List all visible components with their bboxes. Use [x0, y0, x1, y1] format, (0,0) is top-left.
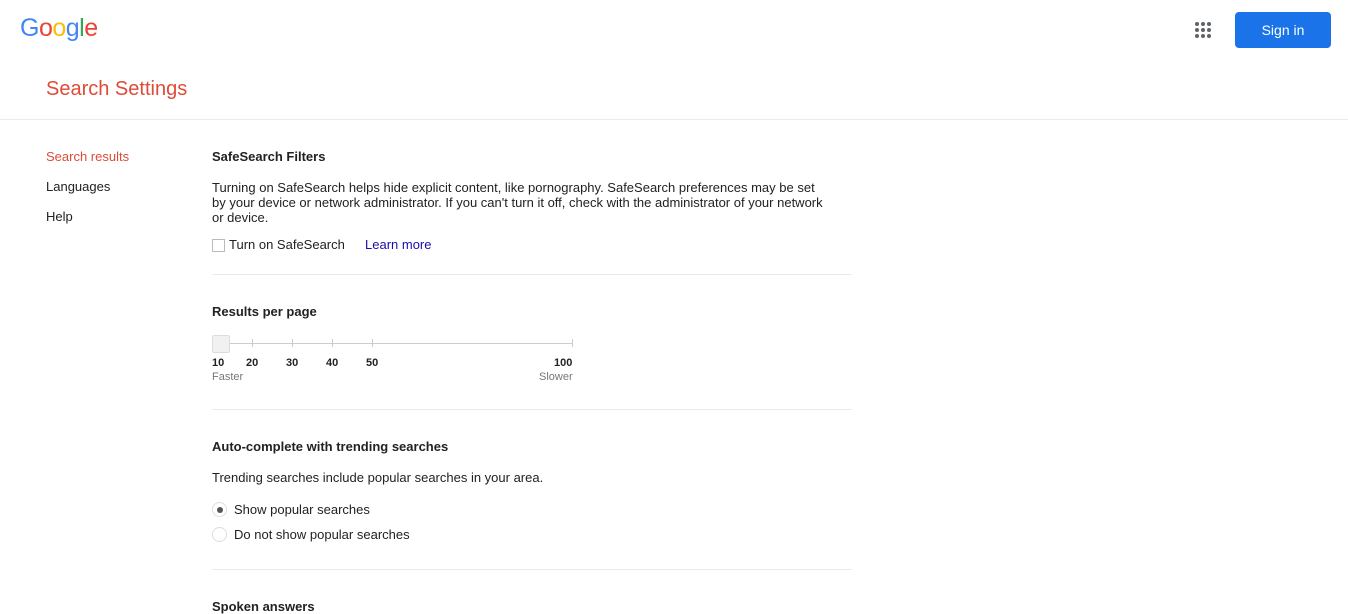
slider-tick-label: 10 [212, 357, 225, 369]
divider [212, 274, 852, 275]
slider-tick [332, 339, 333, 347]
divider [212, 409, 852, 410]
show-popular-label[interactable]: Show popular searches [234, 502, 370, 517]
spoken-answers-heading: Spoken answers [212, 599, 315, 614]
results-per-page-heading: Results per page [212, 304, 317, 319]
slider-tick-label: 30 [286, 357, 299, 369]
google-logo[interactable]: Google [20, 14, 98, 43]
learn-more-link[interactable]: Learn more [365, 237, 431, 252]
safesearch-description: Turning on SafeSearch helps hide explici… [212, 180, 823, 225]
safesearch-checkbox-label[interactable]: Turn on SafeSearch [229, 237, 345, 252]
sidebar-item-search-results[interactable]: Search results [46, 149, 129, 164]
slider-tick-label: 40 [326, 357, 339, 369]
hide-popular-label[interactable]: Do not show popular searches [234, 527, 410, 542]
slider-tick-label: 20 [246, 357, 259, 369]
show-popular-radio[interactable] [212, 502, 227, 517]
divider [212, 569, 852, 570]
autocomplete-heading: Auto-complete with trending searches [212, 439, 449, 454]
slider-tick-label: 50 [366, 357, 379, 369]
page-title: Search Settings [46, 78, 188, 100]
slider-tick-label: 100 [554, 357, 573, 369]
sidebar-item-languages[interactable]: Languages [46, 179, 110, 194]
sign-in-button[interactable]: Sign in [1235, 12, 1331, 48]
results-slider-thumb[interactable] [212, 335, 230, 353]
faster-label: Faster [212, 371, 244, 383]
apps-grid-icon[interactable] [1195, 22, 1211, 38]
divider [0, 119, 1348, 120]
hide-popular-radio[interactable] [212, 527, 227, 542]
slower-label: Slower [539, 371, 573, 383]
slider-tick [372, 339, 373, 347]
slider-tick [572, 339, 573, 347]
safesearch-checkbox[interactable] [212, 239, 225, 252]
slider-tick [292, 339, 293, 347]
safesearch-heading: SafeSearch Filters [212, 149, 326, 164]
slider-tick [252, 339, 253, 347]
results-slider-track[interactable] [222, 343, 572, 344]
autocomplete-description: Trending searches include popular search… [212, 470, 544, 485]
sidebar-item-help[interactable]: Help [46, 209, 73, 224]
